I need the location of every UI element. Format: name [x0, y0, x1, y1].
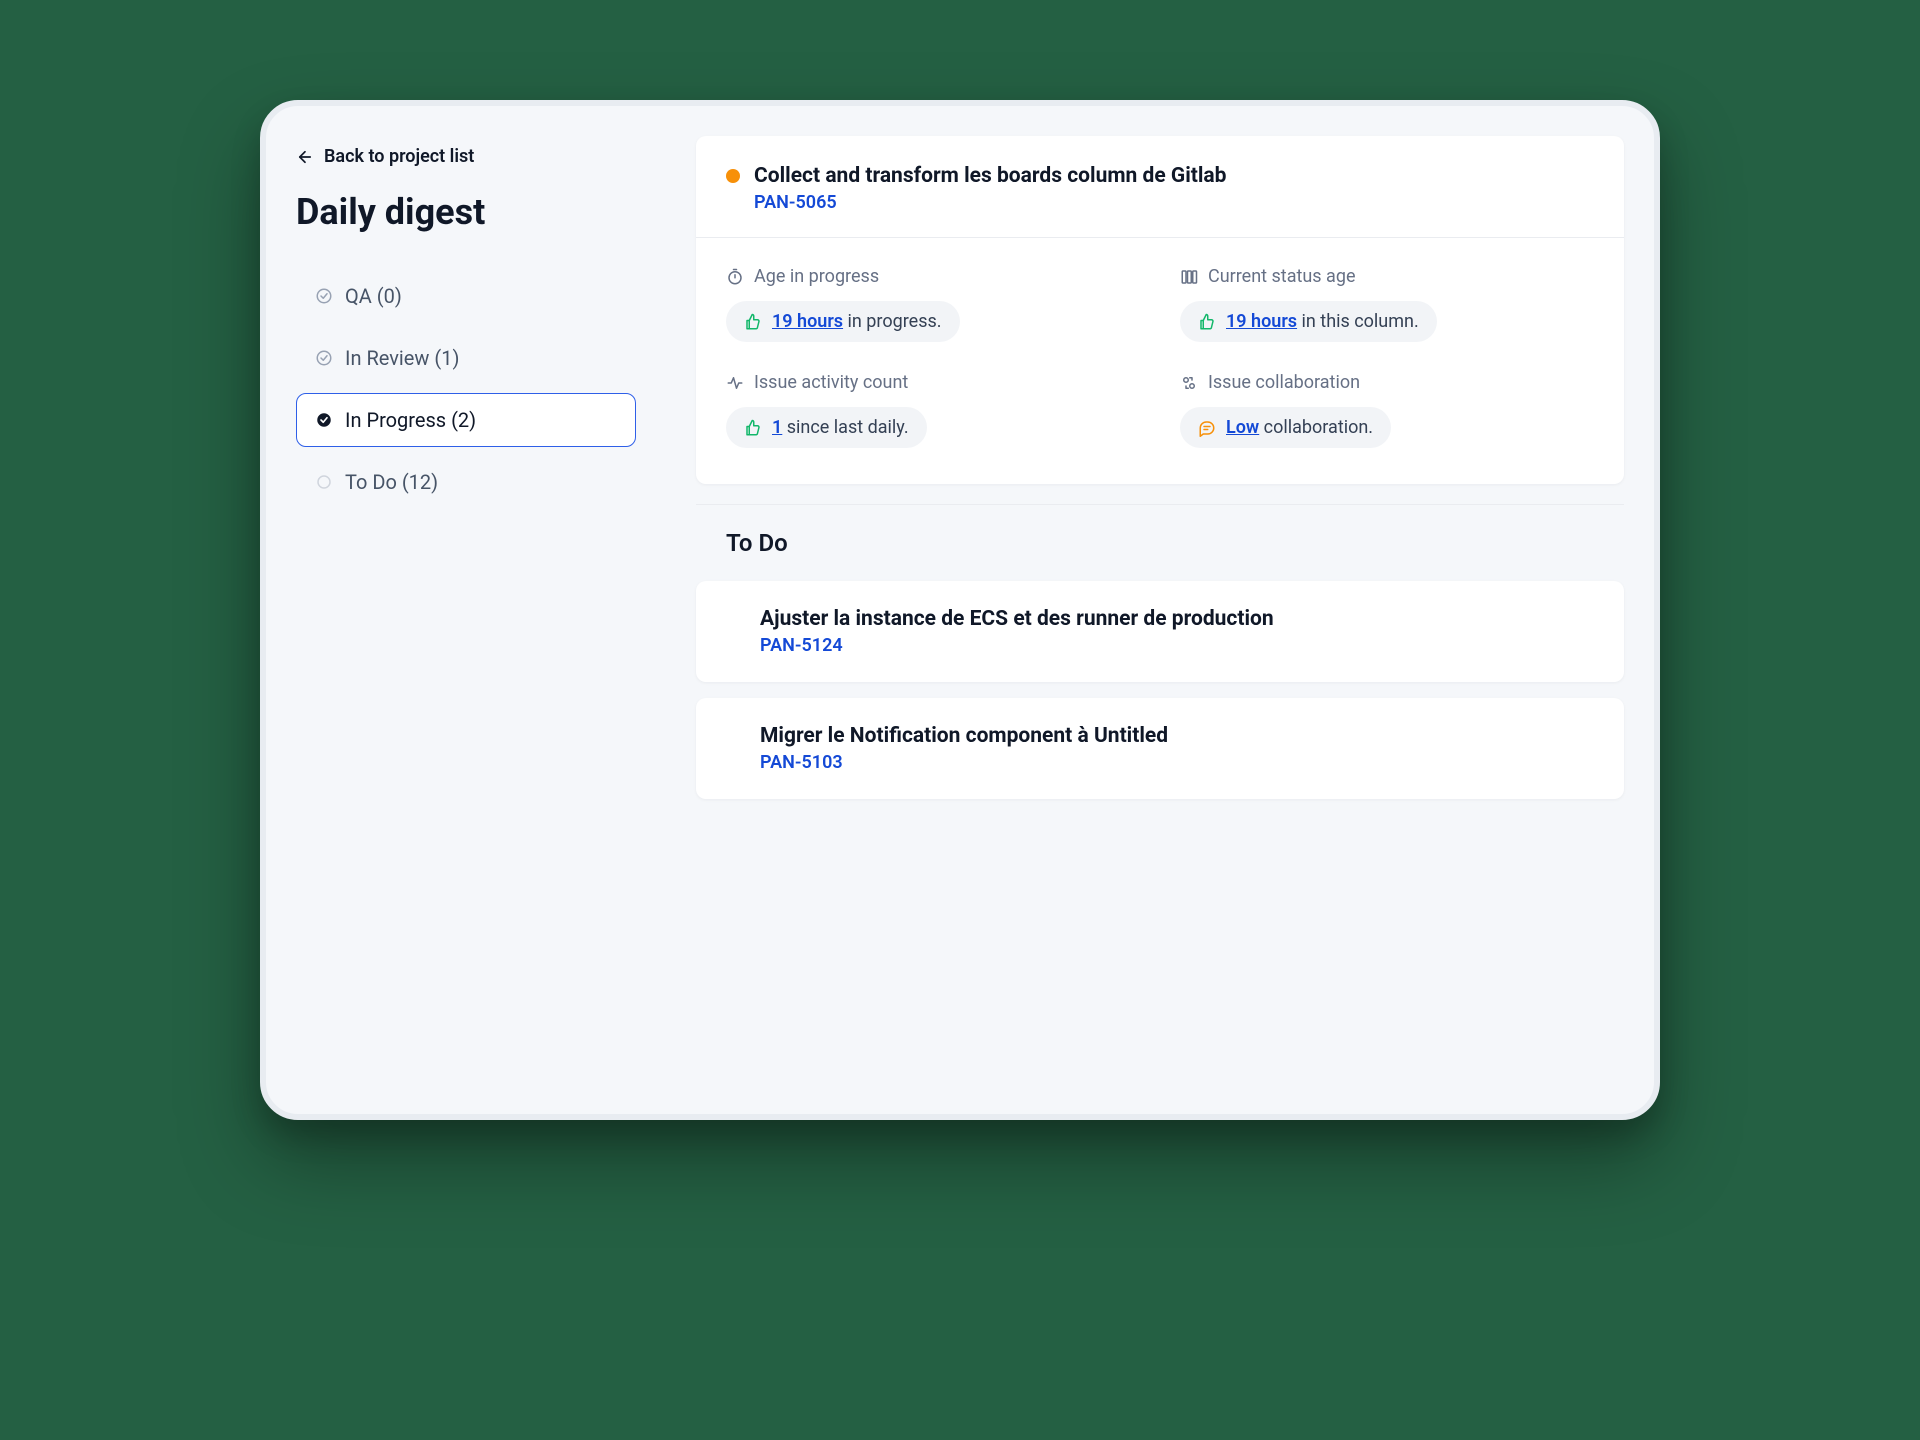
metric-collaboration: Issue collaboration Low collaboration.	[1180, 372, 1594, 448]
status-item-to-do[interactable]: To Do (12)	[296, 455, 636, 509]
columns-icon	[1180, 268, 1198, 286]
app-window: Back to project list Daily digest QA (0)…	[260, 100, 1660, 1120]
status-item-qa[interactable]: QA (0)	[296, 269, 636, 323]
sidebar: Back to project list Daily digest QA (0)…	[266, 106, 666, 1114]
metric-value-link[interactable]: 19 hours	[1226, 311, 1297, 332]
circle-empty-icon	[315, 473, 333, 491]
metric-value-link[interactable]: 19 hours	[772, 311, 843, 332]
thumbs-up-icon	[744, 313, 762, 331]
comment-icon	[1198, 419, 1216, 437]
metric-label: Issue activity count	[726, 372, 1140, 393]
issue-title: Migrer le Notification component à Untit…	[760, 724, 1560, 748]
metric-age-in-progress: Age in progress 19 hours in progress.	[726, 266, 1140, 342]
check-circle-icon	[315, 349, 333, 367]
check-circle-icon	[315, 287, 333, 305]
issue-card[interactable]: Migrer le Notification component à Untit…	[696, 698, 1624, 799]
main-content: Collect and transform les boards column …	[666, 106, 1654, 1114]
issue-id-link[interactable]: PAN-5124	[760, 635, 843, 656]
dot-filled-icon	[315, 411, 333, 429]
section-header-todo: To Do	[696, 504, 1624, 565]
status-item-label: QA (0)	[345, 284, 402, 308]
metric-pill: Low collaboration.	[1180, 407, 1391, 448]
metric-current-status-age: Current status age 19 hours in this colu…	[1180, 266, 1594, 342]
thumbs-up-icon	[744, 419, 762, 437]
metric-pill: 1 since last daily.	[726, 407, 927, 448]
back-link[interactable]: Back to project list	[296, 146, 636, 167]
status-item-in-progress[interactable]: In Progress (2)	[296, 393, 636, 447]
metric-value-link[interactable]: Low	[1226, 417, 1259, 438]
issue-title: Ajuster la instance de ECS et des runner…	[760, 607, 1560, 631]
status-item-label: In Review (1)	[345, 346, 459, 370]
issue-id-link[interactable]: PAN-5103	[760, 752, 843, 773]
status-item-label: To Do (12)	[345, 470, 438, 494]
stopwatch-icon	[726, 268, 744, 286]
metrics-grid: Age in progress 19 hours in progress.	[696, 238, 1624, 484]
metric-label: Issue collaboration	[1180, 372, 1594, 393]
metric-value-link[interactable]: 1	[772, 417, 782, 438]
status-list: QA (0) In Review (1) In Progress (2) To …	[296, 269, 636, 509]
issue-card[interactable]: Ajuster la instance de ECS et des runner…	[696, 581, 1624, 682]
card-header: Collect and transform les boards column …	[696, 136, 1624, 237]
metric-pill: 19 hours in progress.	[726, 301, 960, 342]
status-item-label: In Progress (2)	[345, 408, 476, 432]
activity-icon	[726, 374, 744, 392]
issue-card[interactable]: Collect and transform les boards column …	[696, 136, 1624, 484]
issue-id-link[interactable]: PAN-5065	[754, 192, 837, 213]
issue-title: Collect and transform les boards column …	[754, 164, 1227, 188]
metric-activity-count: Issue activity count 1 since last daily.	[726, 372, 1140, 448]
status-item-in-review[interactable]: In Review (1)	[296, 331, 636, 385]
arrow-left-icon	[296, 148, 314, 166]
metric-label: Current status age	[1180, 266, 1594, 287]
metric-label: Age in progress	[726, 266, 1140, 287]
back-link-label: Back to project list	[324, 146, 474, 167]
status-dot-icon	[726, 169, 740, 183]
page-title: Daily digest	[296, 191, 636, 233]
users-icon	[1180, 374, 1198, 392]
thumbs-up-icon	[1198, 313, 1216, 331]
metric-pill: 19 hours in this column.	[1180, 301, 1437, 342]
